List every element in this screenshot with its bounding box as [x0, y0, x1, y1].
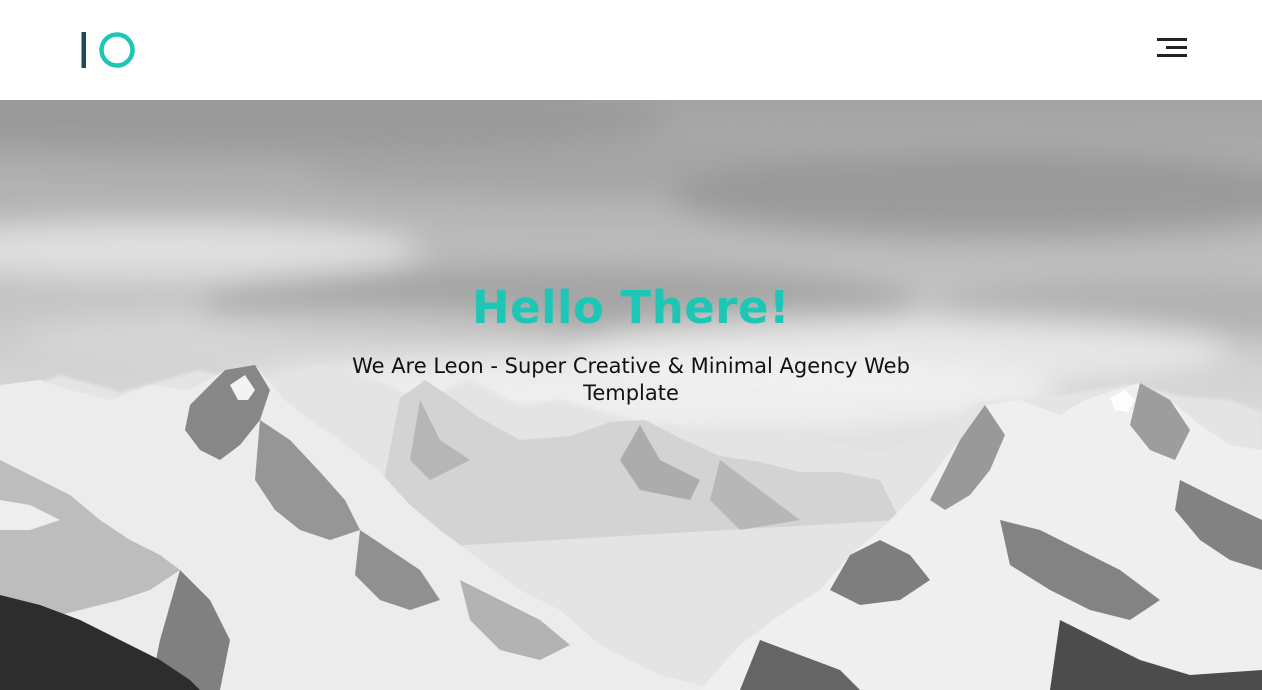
hero-section: Hello There! We Are Leon - Super Creativ… [0, 100, 1262, 690]
site-header [0, 0, 1262, 100]
hero-subtitle: We Are Leon - Super Creative & Minimal A… [352, 354, 910, 405]
io-logo-icon[interactable] [80, 31, 140, 71]
hero-content: Hello There! We Are Leon - Super Creativ… [0, 278, 1262, 407]
hero-title: Hello There! [471, 281, 791, 334]
hamburger-menu-icon[interactable] [1152, 34, 1192, 62]
